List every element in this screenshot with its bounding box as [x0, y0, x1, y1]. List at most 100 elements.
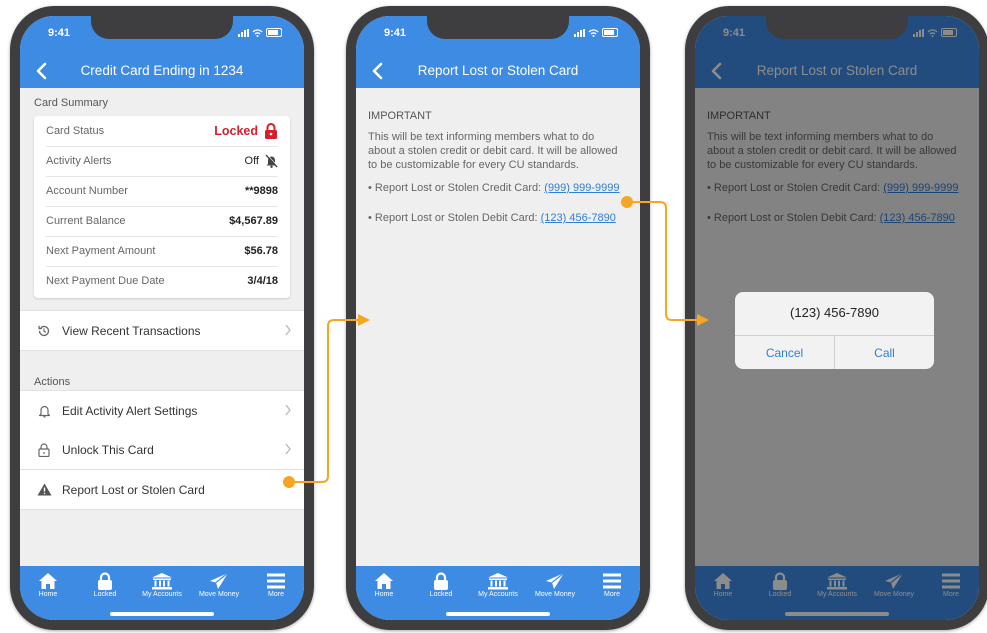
summary-value: $56.78: [244, 245, 278, 257]
card-details-content: Card Summary Card Status Locked Activity…: [20, 88, 304, 566]
summary-row-current-balance: Current Balance $4,567.89: [46, 206, 278, 237]
credit-card-phone-link[interactable]: (999) 999-9999: [544, 182, 619, 194]
card-status-value: Locked: [214, 124, 258, 138]
view-recent-transactions-row[interactable]: View Recent Transactions: [20, 310, 304, 351]
lock-outline-icon: [36, 442, 52, 458]
important-heading: IMPORTANT: [368, 110, 432, 122]
screen-card-details: 9:41 Credit Card Ending in 1234 Card Sum…: [20, 16, 304, 620]
tab-label: Home: [374, 591, 394, 598]
edit-activity-alert-settings-row[interactable]: Edit Activity Alert Settings: [20, 390, 304, 431]
tab-label: More: [604, 591, 620, 598]
tab-label: My Accounts: [478, 591, 518, 598]
signal-icon: [238, 28, 249, 37]
tab-label: Move Money: [198, 591, 240, 598]
bank-icon: [152, 573, 172, 590]
tab-my-accounts[interactable]: My Accounts: [470, 572, 526, 598]
home-icon: [39, 573, 57, 589]
page-title: Credit Card Ending in 1234: [80, 63, 244, 78]
chevron-right-icon: [285, 324, 291, 336]
home-indicator: [110, 612, 214, 616]
tab-label: Locked: [93, 591, 117, 598]
chevron-right-icon: [285, 443, 291, 455]
bell-icon: [36, 403, 52, 419]
instructions-line: This will be text informing members what…: [368, 131, 595, 143]
summary-value: **9898: [244, 185, 278, 197]
action-label: Edit Activity Alert Settings: [62, 403, 198, 418]
tab-move-money[interactable]: Move Money: [527, 572, 583, 598]
dialog-phone-number: (123) 456-7890: [790, 305, 879, 320]
tab-locked[interactable]: Locked: [413, 572, 469, 598]
summary-value-group: Off: [245, 154, 278, 168]
summary-row-next-payment-due: Next Payment Due Date 3/4/18: [46, 266, 278, 296]
menu-icon: [267, 573, 285, 589]
unlock-this-card-row[interactable]: Unlock This Card: [20, 430, 304, 470]
summary-label: Account Number: [46, 185, 128, 197]
actions-header: Actions: [34, 376, 71, 388]
status-time: 9:41: [48, 27, 71, 39]
status-icons: [574, 28, 618, 37]
tab-more[interactable]: More: [248, 572, 304, 598]
summary-label: Next Payment Due Date: [46, 275, 165, 287]
phone-notch: [766, 16, 908, 39]
tab-my-accounts[interactable]: My Accounts: [134, 572, 190, 598]
debit-card-phone-link[interactable]: (123) 456-7890: [541, 212, 616, 224]
tab-locked[interactable]: Locked: [77, 572, 133, 598]
tab-more[interactable]: More: [584, 572, 640, 598]
tab-label: Move Money: [534, 591, 576, 598]
report-content: IMPORTANT This will be text informing me…: [356, 88, 640, 566]
debit-card-bullet: • Report Lost or Stolen Debit Card: (123…: [368, 212, 616, 224]
wifi-icon: [588, 28, 599, 37]
summary-label: Activity Alerts: [46, 155, 112, 167]
tab-home[interactable]: Home: [356, 572, 412, 598]
menu-icon: [603, 573, 621, 589]
summary-label: Card Status: [46, 125, 105, 137]
lock-icon: [98, 572, 112, 590]
report-lost-stolen-row[interactable]: Report Lost or Stolen Card: [20, 470, 304, 510]
summary-row-account-number: Account Number **9898: [46, 176, 278, 207]
screen-call-dialog: 9:41 Report Lost or Stolen Card IMPORTAN…: [695, 16, 979, 620]
card-summary-header: Card Summary: [34, 97, 108, 109]
credit-card-bullet: • Report Lost or Stolen Credit Card: (99…: [368, 182, 620, 194]
phone-notch: [91, 16, 233, 39]
summary-row-next-payment-amount: Next Payment Amount $56.78: [46, 236, 278, 267]
phone-call-dialog: 9:41 Report Lost or Stolen Card IMPORTAN…: [685, 6, 987, 630]
summary-value: $4,567.89: [229, 215, 278, 227]
tab-move-money[interactable]: Move Money: [191, 572, 247, 598]
tab-label: Locked: [429, 591, 453, 598]
lock-icon: [265, 123, 277, 139]
lock-icon: [434, 572, 448, 590]
tab-home[interactable]: Home: [20, 572, 76, 598]
battery-icon: [266, 28, 282, 37]
screen-report-lost-stolen: 9:41 Report Lost or Stolen Card IMPORTAN…: [356, 16, 640, 620]
signal-icon: [574, 28, 585, 37]
card-summary-panel: Card Status Locked Activity Alerts Off A…: [34, 116, 290, 298]
home-indicator: [446, 612, 550, 616]
summary-row-card-status: Card Status Locked: [46, 116, 278, 147]
debit-card-label: • Report Lost or Stolen Debit Card:: [368, 212, 538, 224]
phone-card-details: 9:41 Credit Card Ending in 1234 Card Sum…: [10, 6, 314, 630]
tab-label: My Accounts: [142, 591, 182, 598]
wifi-icon: [252, 28, 263, 37]
battery-icon: [602, 28, 618, 37]
tab-label: Home: [38, 591, 58, 598]
tab-label: More: [268, 591, 284, 598]
activity-alerts-value: Off: [244, 155, 259, 167]
summary-row-activity-alerts: Activity Alerts Off: [46, 146, 278, 177]
call-button[interactable]: Call: [835, 336, 934, 369]
history-icon: [36, 323, 52, 339]
cancel-button[interactable]: Cancel: [735, 336, 835, 369]
chevron-right-icon: [285, 404, 291, 416]
status-icons: [238, 28, 282, 37]
warning-icon: [36, 482, 52, 498]
phone-notch: [427, 16, 569, 39]
summary-value: 3/4/18: [247, 275, 278, 287]
summary-label: Next Payment Amount: [46, 245, 156, 257]
instructions-text: This will be text informing members what…: [368, 130, 630, 172]
page-title: Report Lost or Stolen Card: [417, 63, 579, 78]
credit-card-label: • Report Lost or Stolen Credit Card:: [368, 182, 542, 194]
summary-value-group: Locked: [214, 123, 278, 139]
call-dialog: (123) 456-7890 Cancel Call: [735, 292, 934, 369]
home-icon: [375, 573, 393, 589]
action-label: Unlock This Card: [62, 442, 154, 457]
view-recent-transactions-label: View Recent Transactions: [62, 323, 201, 338]
